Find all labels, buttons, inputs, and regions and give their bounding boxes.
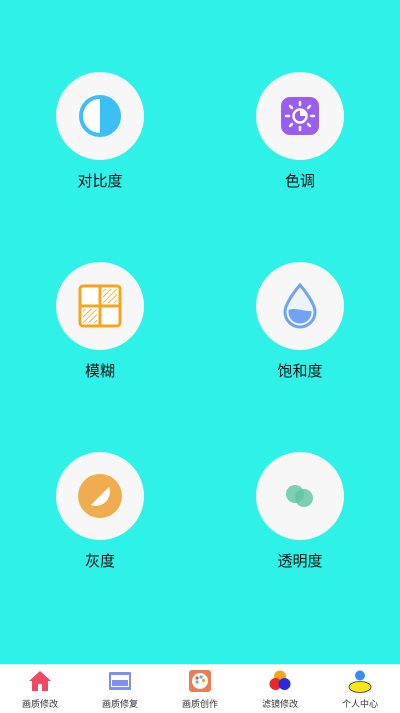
user-icon — [348, 670, 372, 693]
tool-saturation[interactable]: 饱和度 — [230, 262, 370, 380]
bottom-tab-bar: 画质修改 画质修复 画质创作 滤镜修改 个人中心 — [0, 664, 400, 713]
tool-circle[interactable] — [256, 262, 344, 350]
tool-circle[interactable] — [56, 452, 144, 540]
tool-opacity[interactable]: 透明度 — [230, 452, 370, 570]
blur-icon — [78, 284, 122, 328]
tool-circle[interactable] — [56, 262, 144, 350]
hue-icon — [281, 97, 319, 135]
tool-hue[interactable]: 色调 — [230, 72, 370, 190]
tab-label: 画质修改 — [21, 700, 58, 710]
saturation-icon — [283, 282, 317, 329]
opacity-icon — [286, 485, 313, 507]
tool-label-blur: 模糊 — [84, 362, 115, 380]
tool-circle[interactable] — [256, 452, 344, 540]
tool-label-hue: 色调 — [284, 172, 315, 190]
tool-label-contrast: 对比度 — [77, 172, 123, 190]
tool-circle[interactable] — [256, 72, 344, 160]
palette-icon — [189, 670, 211, 692]
grayscale-icon — [78, 474, 122, 518]
home-icon — [29, 671, 51, 691]
tool-label-saturation: 饱和度 — [277, 362, 323, 380]
tab-filter-edit[interactable]: 滤镜修改 — [240, 665, 320, 713]
tab-quality-edit[interactable]: 画质修改 — [0, 665, 80, 713]
contrast-icon — [79, 95, 121, 137]
tool-label-grayscale: 灰度 — [84, 552, 115, 570]
tab-label: 画质创作 — [181, 700, 218, 710]
tab-label: 滤镜修改 — [261, 700, 298, 710]
tool-label-opacity: 透明度 — [277, 552, 323, 570]
tab-label: 个人中心 — [341, 700, 378, 710]
tool-grayscale[interactable]: 灰度 — [30, 452, 170, 570]
tool-contrast[interactable]: 对比度 — [30, 72, 170, 190]
tool-circle[interactable] — [56, 72, 144, 160]
tab-quality-create[interactable]: 画质创作 — [160, 665, 240, 713]
tab-label: 画质修复 — [101, 700, 138, 710]
tab-profile[interactable]: 个人中心 — [320, 665, 400, 713]
tab-quality-repair[interactable]: 画质修复 — [80, 665, 160, 713]
tool-blur[interactable]: 模糊 — [30, 262, 170, 380]
repair-icon — [109, 672, 131, 690]
filter-icon — [269, 670, 291, 690]
